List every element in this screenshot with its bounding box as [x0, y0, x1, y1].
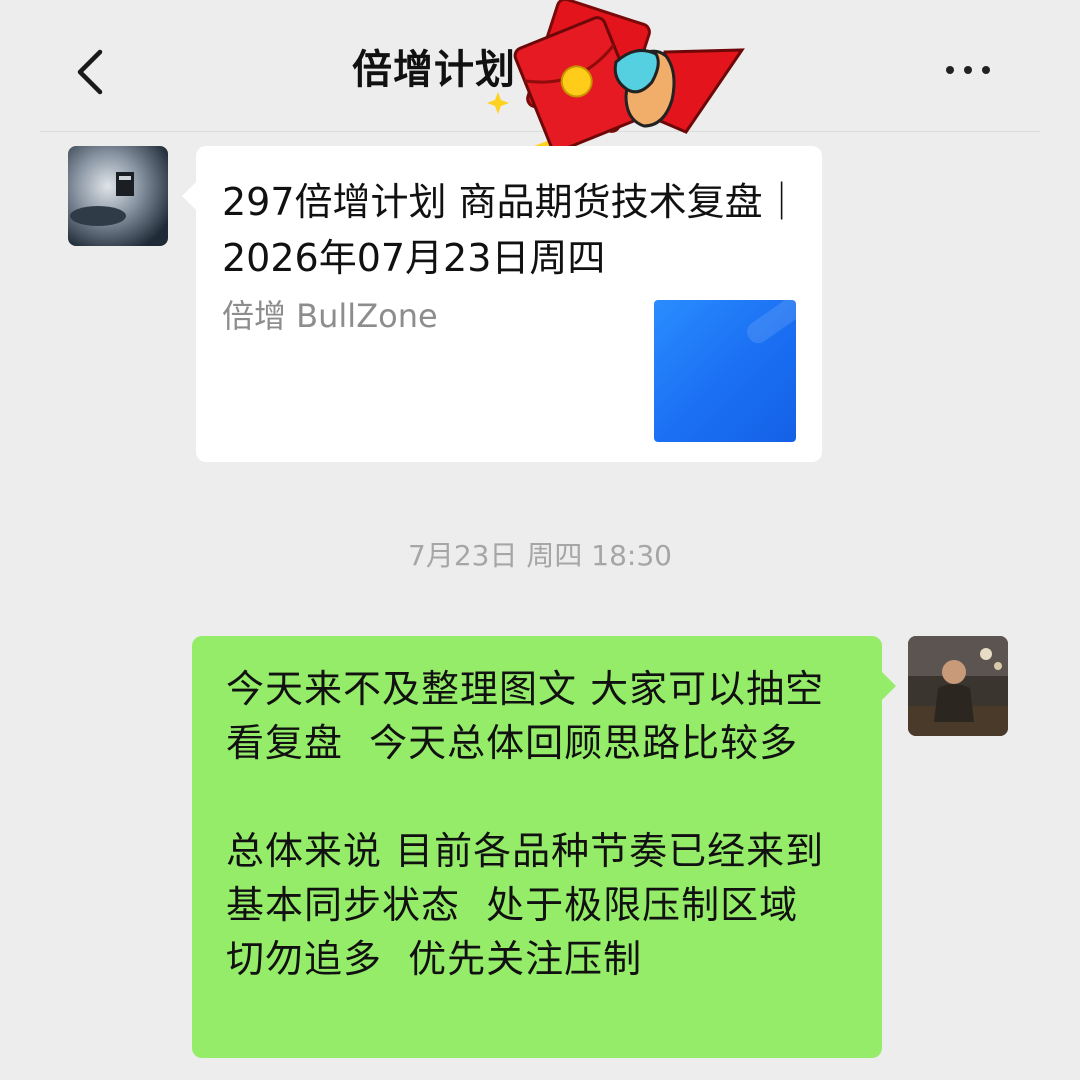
- article-source: 倍增 BullZone: [222, 297, 438, 335]
- more-button[interactable]: [932, 48, 1004, 96]
- back-button[interactable]: [60, 40, 124, 104]
- avatar-image: [68, 146, 168, 246]
- article-title: 297倍增计划 商品期货技术复盘｜2026年07月23日周四: [222, 180, 801, 280]
- message-text: 今天来不及整理图文 大家可以抽空看复盘 今天总体回顾思路比较多 总体来说 目前各…: [226, 667, 825, 981]
- more-dots-icon: [946, 66, 954, 74]
- chevron-left-icon: [77, 49, 103, 95]
- my-avatar[interactable]: [908, 636, 1008, 736]
- message-timestamp: 7月23日 周四 18:30: [408, 539, 672, 572]
- article-thumbnail: [654, 300, 796, 442]
- outgoing-message-bubble[interactable]: 今天来不及整理图文 大家可以抽空看复盘 今天总体回顾思路比较多 总体来说 目前各…: [192, 636, 896, 1058]
- sender-avatar[interactable]: [68, 146, 168, 246]
- avatar-image: [908, 636, 1008, 736]
- red-envelope-sticker: [487, 0, 745, 168]
- shared-article-card[interactable]: 297倍增计划 商品期货技术复盘｜2026年07月23日周四 倍增 BullZo…: [182, 146, 822, 462]
